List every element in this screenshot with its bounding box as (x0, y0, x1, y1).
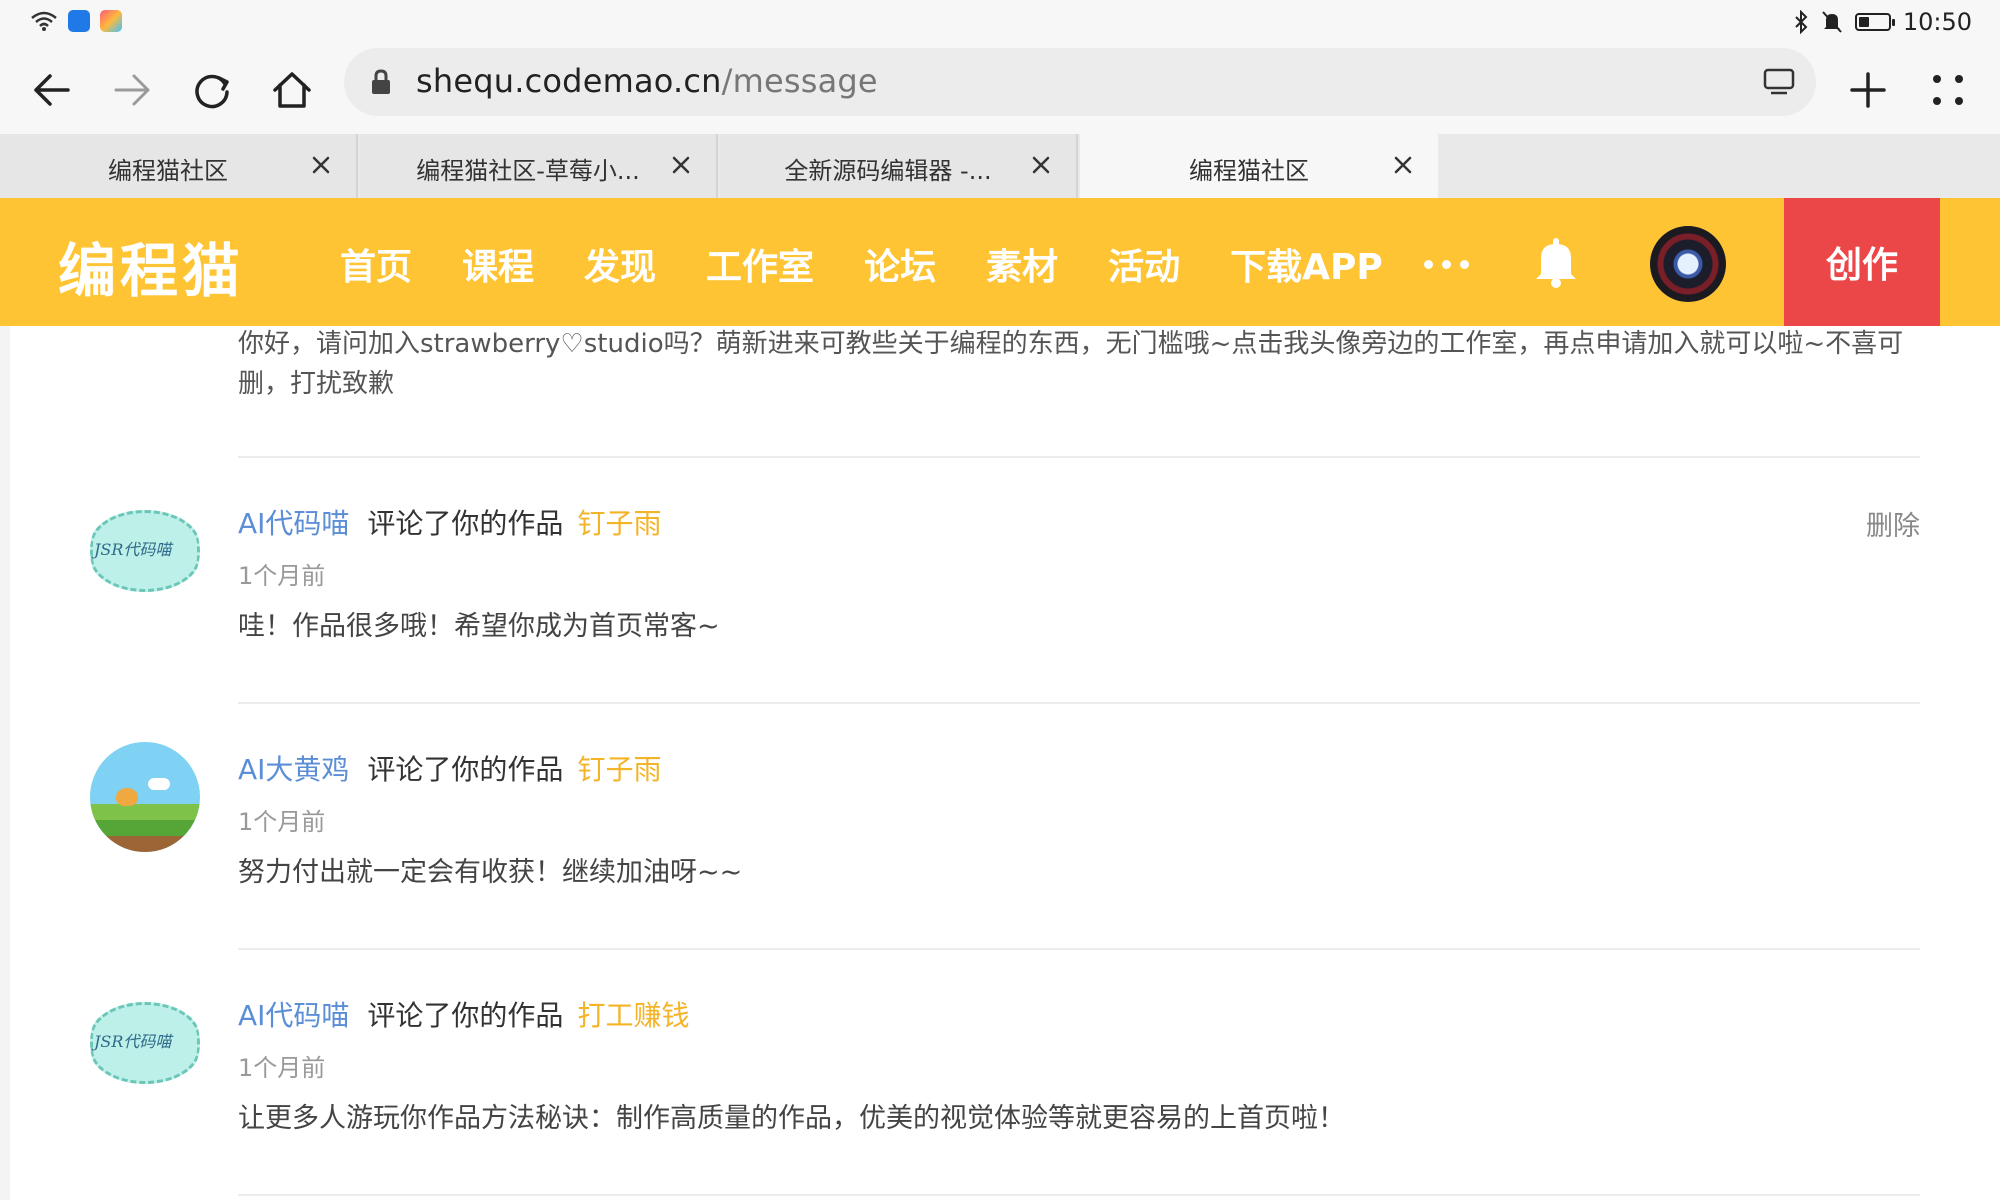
close-icon[interactable] (668, 152, 694, 178)
new-tab-button[interactable] (1838, 60, 1898, 120)
reload-icon (195, 74, 229, 109)
tab-strip: 编程猫社区 编程猫社区-草莓小... 全新源码编辑器 -... 编程猫社区 (0, 134, 2000, 198)
message-header: AI代码喵 评论了你的作品 打工赚钱 (238, 994, 689, 1034)
previous-message-text: 你好，请问加入strawberry♡studio吗？萌新进来可教些关于编程的东西… (238, 329, 1904, 399)
home-icon (273, 72, 311, 108)
close-icon[interactable] (1390, 152, 1416, 178)
message-content: 努力付出就一定会有收获！继续加油呀~~ (238, 857, 743, 888)
site-logo[interactable]: 编程猫 (58, 224, 244, 308)
bluetooth-icon (1793, 10, 1809, 34)
app-icon-colorful (100, 10, 122, 32)
timestamp: 1个月前 (238, 562, 326, 590)
mute-icon (1821, 10, 1843, 34)
work-link[interactable]: 打工赚钱 (577, 999, 689, 1032)
reader-mode-icon[interactable] (1762, 64, 1796, 98)
reload-button[interactable] (182, 60, 242, 120)
forward-button[interactable] (102, 60, 162, 120)
divider (238, 456, 1920, 458)
main-nav: 首页 课程 发现 工作室 论坛 素材 活动 下载APP (340, 238, 1433, 290)
url-text: shequ.codemao.cn/message (416, 62, 878, 100)
nav-materials[interactable]: 素材 (986, 238, 1058, 290)
action-text: 评论了你的作品 (367, 753, 564, 786)
menu-button[interactable] (1918, 60, 1978, 120)
avatar[interactable]: JSR代码喵 (90, 496, 200, 606)
tab-2[interactable]: 编程猫社区-草莓小... (360, 134, 718, 198)
nav-discover[interactable]: 发现 (584, 238, 656, 290)
close-icon[interactable] (308, 152, 334, 178)
status-left (30, 10, 122, 32)
more-icon[interactable] (1424, 260, 1469, 269)
site-header: 编程猫 首页 课程 发现 工作室 论坛 素材 活动 下载APP 创作 (0, 198, 2000, 326)
nav-home[interactable]: 首页 (340, 238, 412, 290)
tab-4-active[interactable]: 编程猫社区 (1080, 134, 1438, 198)
message-content: 让更多人游玩你作品方法秘诀：制作高质量的作品，优美的视觉体验等就更容易的上首页啦… (238, 1103, 1345, 1134)
tab-1[interactable]: 编程猫社区 (0, 134, 358, 198)
tab-title: 编程猫社区-草莓小... (416, 157, 640, 185)
address-bar[interactable]: shequ.codemao.cn/message (344, 48, 1816, 116)
divider (238, 1194, 1920, 1196)
message-header: AI大黄鸡 评论了你的作品 钉子雨 (238, 748, 661, 788)
plus-icon (1850, 72, 1886, 108)
back-button[interactable] (22, 60, 82, 120)
url-path: /message (721, 62, 878, 100)
work-link[interactable]: 钉子雨 (577, 507, 661, 540)
avatar[interactable]: JSR代码喵 (90, 988, 200, 1098)
avatar[interactable] (90, 742, 200, 852)
user-link[interactable]: AI大黄鸡 (238, 753, 349, 786)
messages-panel: 你好，请问加入strawberry♡studio吗？萌新进来可教些关于编程的东西… (10, 326, 2000, 1200)
timestamp: 1个月前 (238, 1054, 326, 1082)
timestamp: 1个月前 (238, 808, 326, 836)
forward-arrow-icon (114, 74, 150, 106)
nav-forum[interactable]: 论坛 (864, 238, 936, 290)
divider (238, 948, 1920, 950)
four-dots-icon (1933, 75, 1963, 105)
tab-title: 编程猫社区 (108, 157, 228, 185)
battery-icon (1854, 13, 1895, 31)
app-icon-blue (68, 10, 90, 32)
delete-button[interactable]: 删除 (1866, 504, 1920, 543)
status-bar: 10:50 (0, 0, 2000, 46)
clock: 10:50 (1902, 8, 1972, 36)
action-text: 评论了你的作品 (367, 999, 564, 1032)
user-link[interactable]: AI代码喵 (238, 507, 349, 540)
browser-toolbar: shequ.codemao.cn/message (0, 46, 2000, 134)
nav-studio[interactable]: 工作室 (706, 238, 814, 290)
nav-events[interactable]: 活动 (1108, 238, 1180, 290)
divider (238, 702, 1920, 704)
message-item: AI大黄鸡 评论了你的作品 钉子雨 1个月前 努力付出就一定会有收获！继续加油呀~~ (10, 742, 2000, 988)
avatar-caption: JSR代码喵 (94, 540, 172, 559)
bell-icon[interactable] (1533, 236, 1579, 288)
user-link[interactable]: AI代码喵 (238, 999, 349, 1032)
avatar-caption: JSR代码喵 (94, 1032, 172, 1051)
message-header: AI代码喵 评论了你的作品 钉子雨 (238, 502, 661, 542)
message-item: JSR代码喵 AI代码喵 评论了你的作品 钉子雨 删除 1个月前 哇！作品很多哦！希… (10, 496, 2000, 742)
tab-title: 全新源码编辑器 -... (784, 157, 992, 185)
url-domain: shequ.codemao.cn (416, 62, 722, 100)
close-icon[interactable] (1028, 152, 1054, 178)
nav-download-app[interactable]: 下载APP (1230, 238, 1383, 290)
message-item: JSR代码喵 AI代码喵 评论了你的作品 打工赚钱 1个月前 让更多人游玩你作品方法… (10, 988, 2000, 1200)
message-content: 哇！作品很多哦！希望你成为首页常客~ (238, 611, 720, 642)
create-button[interactable]: 创作 (1784, 198, 1940, 326)
tab-3[interactable]: 全新源码编辑器 -... (720, 134, 1078, 198)
home-button[interactable] (262, 60, 322, 120)
wifi-icon (30, 10, 58, 32)
back-arrow-icon (34, 74, 70, 106)
action-text: 评论了你的作品 (367, 507, 564, 540)
tab-title: 编程猫社区 (1189, 157, 1309, 185)
lock-icon (370, 68, 392, 96)
user-avatar[interactable] (1650, 226, 1726, 302)
status-right: 10:50 (1793, 8, 1972, 36)
work-link[interactable]: 钉子雨 (577, 753, 661, 786)
nav-courses[interactable]: 课程 (462, 238, 534, 290)
